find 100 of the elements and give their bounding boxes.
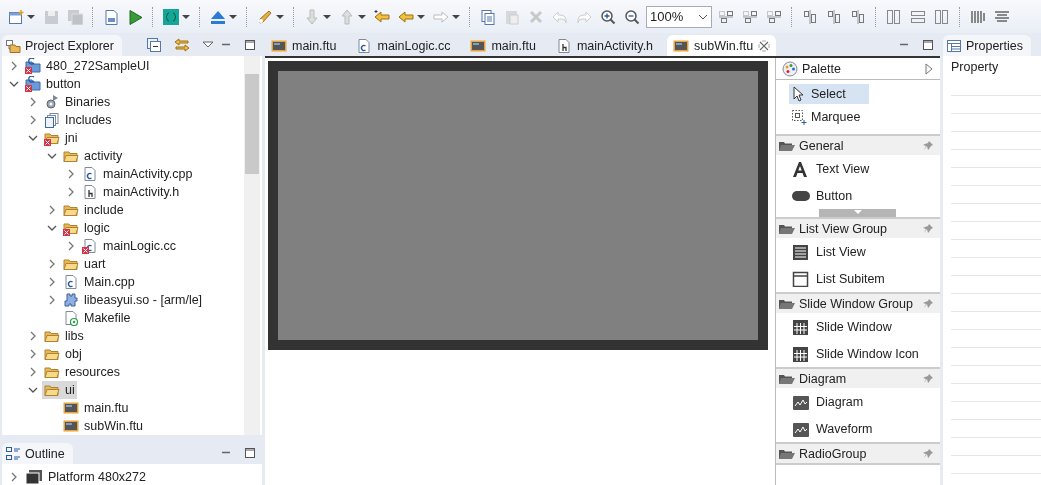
back-arrow-icon (374, 8, 390, 25)
arrow-down-icon (304, 8, 320, 25)
palette-drawer[interactable]: General (776, 136, 940, 155)
back-arrow-icon (398, 8, 414, 25)
folder-icon (44, 364, 60, 380)
size-icon (934, 8, 950, 25)
caret-icon (182, 13, 190, 20)
editor-tab[interactable]: main.ftu (265, 35, 351, 56)
folder-icon (44, 328, 60, 344)
palette-item[interactable]: Waveform (776, 415, 940, 442)
palette-item[interactable]: Button (776, 182, 940, 209)
collapse-all-icon[interactable] (145, 36, 162, 53)
caret-icon (452, 13, 460, 20)
tree-item[interactable]: mainActivity.h (80, 183, 182, 201)
palette-item[interactable]: Slide Window (776, 313, 940, 340)
paste-icon (504, 8, 520, 25)
zoom-dropdown[interactable]: 100% (646, 5, 712, 28)
palette-item[interactable]: Text View (776, 155, 940, 182)
tree-item[interactable]: Platform 480x272 (23, 468, 148, 485)
palette-tool[interactable]: Select (789, 84, 869, 104)
screen-canvas[interactable] (268, 61, 768, 350)
chart-icon (792, 393, 810, 410)
tree-item[interactable]: main.ftu (61, 399, 131, 417)
link-arrows-icon[interactable] (173, 36, 190, 53)
tree-item[interactable]: obj (42, 345, 84, 363)
chart-icon (792, 420, 810, 437)
puzzle-icon (63, 292, 79, 308)
copy-icon (480, 8, 496, 25)
maximize-icon[interactable] (243, 37, 257, 52)
view-tab[interactable]: Project Explorer (2, 35, 122, 56)
stacked-pages-icon (44, 112, 60, 128)
caret-icon (852, 209, 863, 215)
new-file-icon (8, 8, 24, 25)
folder-tree-icon (5, 37, 21, 54)
tree-item[interactable]: jni (42, 129, 80, 147)
palette-drawer[interactable]: Diagram (776, 369, 940, 388)
folder-icon (63, 202, 79, 218)
save-icon (43, 8, 59, 25)
palette-drawer[interactable]: Slide Window Group (776, 294, 940, 313)
zoom-out-icon (624, 8, 640, 25)
tree-item[interactable]: Binaries (42, 93, 113, 111)
tree-item[interactable]: libs (42, 327, 86, 345)
palette-tool[interactable]: Marquee (789, 107, 869, 127)
align-icon (766, 8, 782, 25)
tree-item[interactable]: activity (61, 147, 125, 165)
tree-item[interactable]: mainLogic.cc (80, 237, 178, 255)
tree-item[interactable]: libeasyui.so - [arm/le] (61, 291, 205, 309)
tree-item[interactable]: mainActivity.cpp (80, 165, 195, 183)
header-file-icon (555, 37, 572, 54)
tree-item[interactable]: logic (61, 219, 112, 237)
caret-icon (323, 13, 331, 20)
close-icon[interactable] (758, 39, 771, 52)
palette-item[interactable]: Slide Window Icon (776, 340, 940, 367)
palette-item[interactable]: List View (776, 238, 940, 265)
letter-a-icon (792, 160, 810, 177)
palette-title: Palette (802, 61, 842, 76)
folder-icon (63, 256, 79, 272)
toolbar-button[interactable] (161, 6, 192, 27)
scrollbar[interactable] (244, 56, 260, 435)
tree-item[interactable]: Main.cpp (61, 273, 137, 291)
delete-icon (528, 8, 544, 25)
marquee-icon (791, 109, 807, 125)
caret-icon (276, 13, 284, 20)
editor-tab[interactable]: mainLogic.cc (350, 35, 465, 56)
tree-item[interactable]: button (23, 75, 83, 93)
view-tab[interactable]: Properties (943, 35, 1031, 56)
tree-item[interactable]: Makefile (61, 309, 133, 327)
tree-item[interactable]: resources (42, 363, 122, 381)
tree-item[interactable]: uart (61, 255, 108, 273)
forward-arrow-icon (433, 8, 449, 25)
palette-drawer[interactable]: RadioGroup (776, 444, 940, 463)
align-icon (802, 8, 818, 25)
source-file-icon (356, 37, 373, 54)
size-icon (886, 8, 902, 25)
tree-item[interactable]: 480_272SampleUI (23, 57, 152, 75)
column-header: Property (951, 59, 1000, 76)
table-icon (946, 37, 962, 54)
caret-icon (27, 13, 35, 20)
maximize-icon[interactable] (243, 445, 257, 460)
editor-tab[interactable]: mainActivity.h (549, 35, 668, 56)
maximize-icon[interactable] (921, 37, 935, 52)
editor-tab[interactable]: main.ftu (464, 35, 550, 56)
folder-icon (63, 148, 79, 164)
zoom-in-icon (600, 8, 616, 25)
caret-icon (229, 13, 237, 20)
tree-item[interactable]: Includes (42, 111, 114, 129)
tree-item[interactable]: include (61, 201, 126, 219)
caret-icon (698, 12, 708, 21)
palette-drawer[interactable]: List View Group (776, 219, 940, 238)
spacing-icon (970, 8, 986, 25)
braces-icon (163, 8, 179, 25)
palette-item[interactable]: List Subitem (776, 265, 940, 292)
view-tab[interactable]: Outline (2, 443, 73, 464)
editor-tab[interactable]: subWin.ftu (667, 35, 777, 56)
palette-item[interactable]: Diagram (776, 388, 940, 415)
align-icon (742, 8, 758, 25)
tree-item[interactable]: ui (42, 381, 77, 399)
expand-arrow-icon[interactable] (924, 62, 934, 75)
tree-item[interactable]: subWin.ftu (61, 417, 146, 435)
window-file-icon (63, 418, 79, 434)
